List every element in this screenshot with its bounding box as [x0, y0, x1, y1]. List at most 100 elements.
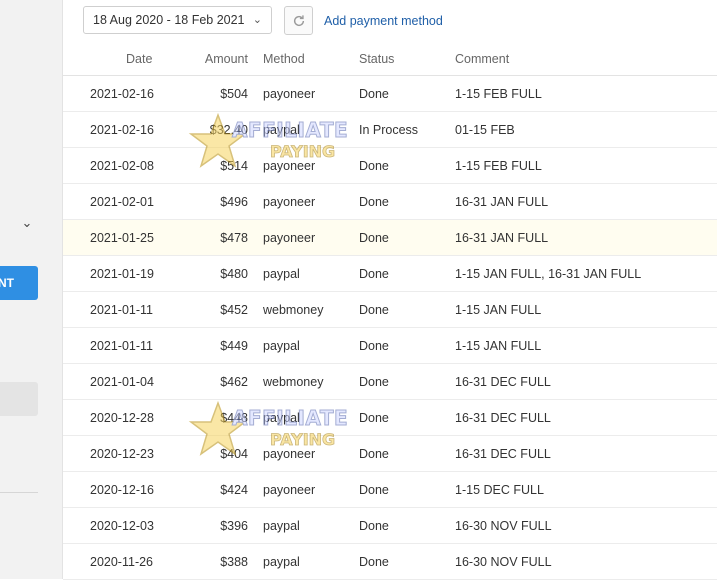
cell-status: In Process [359, 123, 419, 137]
cell-method: paypal [263, 123, 300, 137]
sidebar-grey-block[interactable] [0, 382, 38, 416]
cell-amount: $504 [220, 87, 248, 101]
header-method[interactable]: Method [263, 52, 305, 66]
add-payment-method-link[interactable]: Add payment method [324, 14, 443, 28]
cell-date: 2020-11-26 [90, 555, 154, 569]
cell-comment: 1-15 JAN FULL, 16-31 JAN FULL [455, 267, 642, 281]
sidebar: ⌄ NT [0, 0, 63, 579]
cell-date: 2021-01-11 [90, 339, 154, 353]
cell-comment: 16-31 DEC FULL [455, 375, 551, 389]
cell-comment: 16-30 NOV FULL [455, 555, 552, 569]
cell-method: webmoney [263, 375, 324, 389]
table-row[interactable]: 2021-02-08 $514 payoneer Done 1-15 FEB FULL [63, 148, 717, 184]
table-row[interactable]: 2021-01-04 $462 webmoney Done 16-31 DEC FULL [63, 364, 717, 400]
cell-status: Done [359, 87, 389, 101]
cell-comment: 1-15 JAN FULL [455, 303, 542, 317]
cell-amount: $496 [220, 195, 248, 209]
cell-comment: 1-15 FEB FULL [455, 87, 542, 101]
cell-method: webmoney [263, 303, 324, 317]
cell-amount: $388 [220, 555, 248, 569]
cell-amount: $404 [220, 447, 248, 461]
cell-date: 2020-12-28 [90, 411, 154, 425]
chevron-down-icon[interactable]: ⌄ [20, 216, 34, 230]
header-status[interactable]: Status [359, 52, 394, 66]
cell-amount: $449 [220, 339, 248, 353]
cell-method: paypal [263, 339, 300, 353]
cell-date: 2021-02-08 [90, 159, 154, 173]
table-row[interactable]: 2020-12-23 $404 payoneer Done 16-31 DEC FULL [63, 436, 717, 472]
cell-date: 2020-12-03 [90, 519, 154, 533]
cell-comment: 16-31 JAN FULL [455, 195, 549, 209]
cell-method: paypal [263, 411, 300, 425]
cell-date: 2021-01-04 [90, 375, 154, 389]
cell-method: payoneer [263, 483, 316, 497]
table-row[interactable]: 2020-12-28 $448 paypal Done 16-31 DEC FULL [63, 400, 717, 436]
cell-date: 2020-12-16 [90, 483, 154, 497]
cell-method: payoneer [263, 87, 316, 101]
cell-amount: $514 [220, 159, 248, 173]
cell-status: Done [359, 339, 389, 353]
table-row[interactable]: 2021-01-19 $480 paypal Done 1-15 JAN FULL, 1… [63, 256, 717, 292]
sidebar-action-button[interactable]: NT [0, 266, 38, 300]
cell-amount: $478 [220, 231, 248, 245]
cell-comment: 16-31 JAN FULL [455, 231, 549, 245]
table-row[interactable]: 2020-12-16 $424 payoneer Done 1-15 DEC FULL [63, 472, 717, 508]
cell-date: 2021-02-16 [90, 123, 154, 137]
cell-date: 2020-12-23 [90, 447, 154, 461]
cell-date: 2021-01-11 [90, 303, 154, 317]
cell-amount: $448 [220, 411, 248, 425]
table-row[interactable]: 2021-02-16 $504 payoneer Done 1-15 FEB FULL [63, 76, 717, 112]
cell-status: Done [359, 231, 389, 245]
cell-amount: $452 [220, 303, 248, 317]
cell-comment: 1-15 DEC FULL [455, 483, 544, 497]
cell-status: Done [359, 303, 389, 317]
cell-method: payoneer [263, 195, 316, 209]
cell-method: payoneer [263, 447, 316, 461]
cell-method: payoneer [263, 231, 316, 245]
header-date[interactable]: Date [126, 52, 152, 66]
header-comment[interactable]: Comment [455, 52, 509, 66]
cell-date: 2021-02-01 [90, 195, 154, 209]
date-range-value: 18 Aug 2020 - 18 Feb 2021 [93, 13, 245, 27]
cell-comment: 1-15 FEB FULL [455, 159, 542, 173]
cell-method: paypal [263, 519, 300, 533]
cell-comment: 16-30 NOV FULL [455, 519, 552, 533]
cell-status: Done [359, 411, 389, 425]
refresh-icon [293, 15, 304, 27]
table-row[interactable]: 2021-02-01 $496 payoneer Done 16-31 JAN FULL [63, 184, 717, 220]
cell-amount: $424 [220, 483, 248, 497]
sidebar-action-button-label: NT [0, 276, 14, 290]
cell-method: paypal [263, 267, 300, 281]
date-range-select[interactable]: 18 Aug 2020 - 18 Feb 2021 ⌄ [83, 6, 272, 34]
cell-amount: $462 [220, 375, 248, 389]
cell-status: Done [359, 195, 389, 209]
sidebar-divider [0, 492, 38, 493]
table-row[interactable]: 2021-02-16 $32.40 paypal In Process 01-15 FE… [63, 112, 717, 148]
payments-table: Date Amount Method Status Comment 2021-0… [63, 42, 717, 580]
cell-status: Done [359, 555, 389, 569]
table-body: 2021-02-16 $504 payoneer Done 1-15 FEB FULL 2… [63, 76, 717, 580]
table-row[interactable]: 2021-01-11 $449 paypal Done 1-15 JAN FULL [63, 328, 717, 364]
cell-status: Done [359, 519, 389, 533]
cell-status: Done [359, 267, 389, 281]
table-row[interactable]: 2020-11-26 $388 paypal Done 16-30 NOV FULL [63, 544, 717, 580]
cell-comment: 16-31 DEC FULL [455, 411, 551, 425]
chevron-down-icon: ⌄ [252, 14, 262, 26]
cell-amount: $396 [220, 519, 248, 533]
cell-status: Done [359, 447, 389, 461]
cell-comment: 01-15 FEB [455, 123, 515, 137]
cell-comment: 1-15 JAN FULL [455, 339, 542, 353]
cell-amount: $32.40 [209, 123, 248, 137]
refresh-button[interactable] [284, 6, 313, 35]
cell-date: 2021-02-16 [90, 87, 154, 101]
header-amount[interactable]: Amount [205, 52, 248, 66]
cell-method: paypal [263, 555, 300, 569]
cell-comment: 16-31 DEC FULL [455, 447, 551, 461]
table-row[interactable]: 2021-01-11 $452 webmoney Done 1-15 JAN FULL [63, 292, 717, 328]
cell-amount: $480 [220, 267, 248, 281]
cell-method: payoneer [263, 159, 316, 173]
table-row[interactable]: 2021-01-25 $478 payoneer Done 16-31 JAN FULL [63, 220, 717, 256]
table-row[interactable]: 2020-12-03 $396 paypal Done 16-30 NOV FULL [63, 508, 717, 544]
cell-status: Done [359, 375, 389, 389]
cell-status: Done [359, 159, 389, 173]
